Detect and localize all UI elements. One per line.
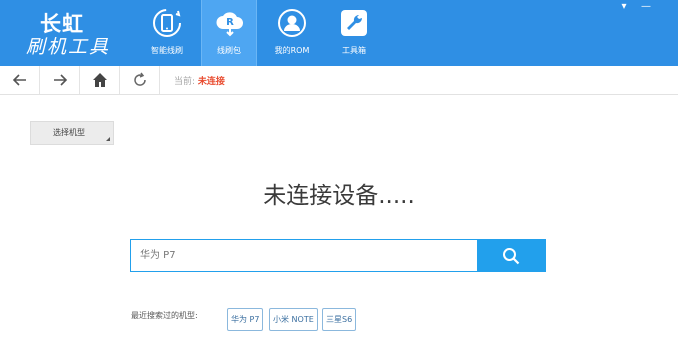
- recent-tag[interactable]: 小米 NOTE: [269, 308, 318, 331]
- refresh-button[interactable]: [120, 66, 160, 94]
- nav-smart-flash[interactable]: 智能线刷: [139, 0, 195, 66]
- window-minimize-button[interactable]: —: [639, 1, 653, 13]
- select-model-label: 选择机型: [53, 128, 85, 137]
- logo-title: 刷机工具: [26, 36, 111, 58]
- connection-status: 当前: 未连接: [174, 74, 225, 87]
- nav-label: 智能线刷: [151, 46, 183, 55]
- select-model-dropdown[interactable]: 选择机型: [30, 121, 114, 145]
- arrow-right-icon: [54, 74, 68, 86]
- home-icon: [93, 73, 107, 87]
- phone-refresh-icon: [153, 9, 181, 37]
- search-input[interactable]: [131, 240, 478, 271]
- app-header: 长虹 刷机工具 智能线刷 R 线刷包 我的ROM 工具箱 ▾ —: [0, 0, 678, 66]
- forward-button[interactable]: [40, 66, 80, 94]
- wrench-icon: [341, 10, 367, 36]
- rom-download-icon: R: [216, 12, 243, 37]
- nav-label: 线刷包: [217, 46, 241, 55]
- back-button[interactable]: [0, 66, 40, 94]
- refresh-icon: [134, 72, 146, 86]
- status-label: 当前:: [174, 77, 198, 87]
- nav-rom-package[interactable]: R 线刷包: [201, 0, 257, 66]
- recent-searches-label: 最近搜索过的机型:: [131, 311, 198, 320]
- status-value: 未连接: [197, 77, 225, 87]
- svg-text:R: R: [226, 17, 234, 28]
- home-button[interactable]: [80, 66, 120, 94]
- recent-tag[interactable]: 华为 P7: [227, 308, 264, 331]
- search-icon: [503, 248, 520, 265]
- no-device-headline: 未连接设备.....: [263, 183, 415, 209]
- recent-tag[interactable]: 三星S6: [322, 308, 357, 331]
- search-box: [130, 239, 546, 272]
- nav-label: 我的ROM: [274, 46, 310, 55]
- window-menu-button[interactable]: ▾: [617, 1, 631, 13]
- browser-toolbar: 当前: 未连接: [0, 66, 678, 95]
- nav-toolbox[interactable]: 工具箱: [326, 0, 382, 66]
- dropdown-corner-icon: [106, 137, 110, 141]
- search-button[interactable]: [477, 240, 545, 271]
- user-icon: [278, 9, 306, 37]
- arrow-left-icon: [12, 74, 26, 86]
- nav-label: 工具箱: [342, 46, 366, 55]
- nav-my-rom[interactable]: 我的ROM: [264, 0, 320, 66]
